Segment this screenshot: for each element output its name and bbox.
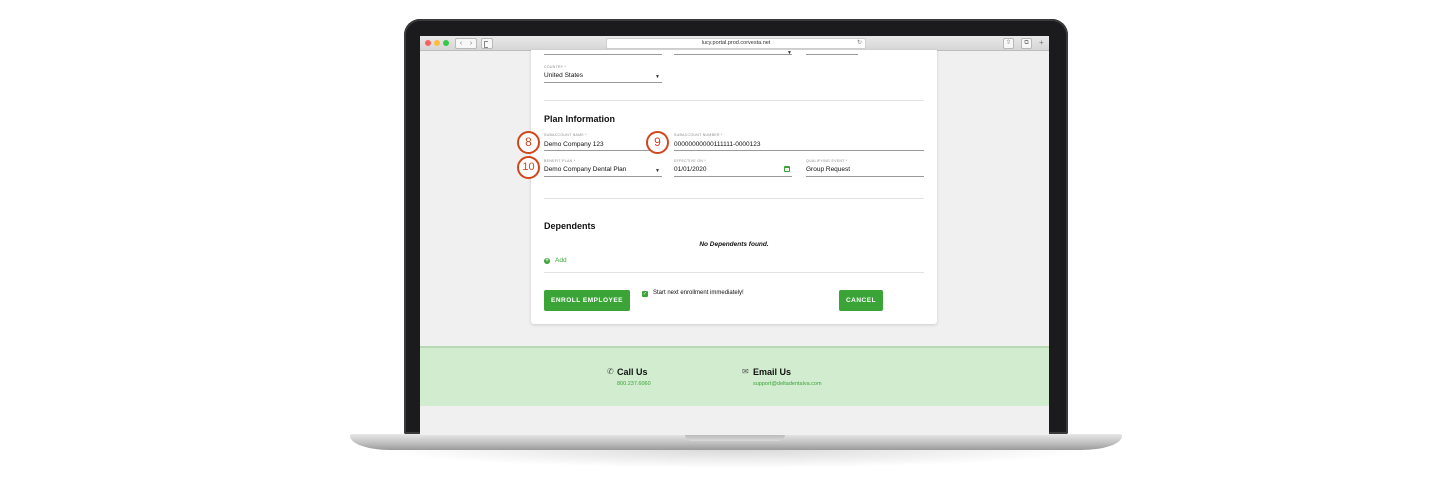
field-underline bbox=[544, 82, 662, 83]
chevron-down-icon: ▼ bbox=[655, 168, 660, 174]
nav-buttons: ‹ › bbox=[455, 38, 477, 49]
subaccount-name-input[interactable]: Demo Company 123 bbox=[544, 141, 604, 148]
chevron-down-icon: ▼ bbox=[655, 74, 660, 80]
subaccount-number-input[interactable]: 00000000000111111-0000123 bbox=[674, 141, 761, 148]
effective-on-label: Effective On * bbox=[674, 159, 707, 163]
back-icon[interactable]: ‹ bbox=[460, 39, 462, 48]
share-icon[interactable]: ⇧ bbox=[1003, 38, 1014, 49]
field-underline bbox=[544, 150, 662, 151]
email-icon: ✉ bbox=[742, 367, 749, 376]
footer-bottom-area bbox=[420, 406, 1049, 435]
page-footer: ✆ Call Us 800.237.6060 ✉ Email Us suppor… bbox=[420, 346, 1049, 408]
qualifying-event-label: Qualifying Event * bbox=[806, 159, 848, 163]
tabs-icon[interactable]: ⧉ bbox=[1021, 38, 1032, 49]
phone-number-link[interactable]: 800.237.6060 bbox=[617, 381, 651, 387]
browser-toolbar: ‹ › lucy.portal.prod.corvesta.net ↻ ⇧ ⧉ … bbox=[420, 36, 1049, 51]
field-underline bbox=[806, 176, 924, 177]
add-dependent-label: Add bbox=[555, 257, 567, 264]
plan-information-heading: Plan Information bbox=[544, 114, 616, 124]
section-divider bbox=[544, 198, 924, 199]
add-dependent-link[interactable]: + Add bbox=[544, 257, 567, 264]
address-bar[interactable]: lucy.portal.prod.corvesta.net ↻ bbox=[606, 38, 866, 49]
enroll-employee-button[interactable]: ENROLL EMPLOYEE bbox=[544, 290, 630, 311]
address-text: lucy.portal.prod.corvesta.net bbox=[701, 40, 771, 46]
email-address-link[interactable]: support@deltadentalva.com bbox=[753, 381, 822, 387]
subaccount-name-label: Subaccount Name * bbox=[544, 133, 587, 137]
call-us-heading: Call Us bbox=[617, 367, 648, 377]
reload-icon[interactable]: ↻ bbox=[857, 39, 862, 48]
no-dependents-text: No Dependents found. bbox=[699, 241, 769, 248]
field-underline bbox=[806, 54, 858, 55]
close-window-button[interactable] bbox=[425, 40, 431, 46]
field-underline bbox=[674, 150, 924, 151]
field-underline bbox=[674, 176, 792, 177]
annotation-marker-8: 8 bbox=[517, 131, 540, 154]
chevron-down-icon: ▼ bbox=[787, 50, 792, 56]
country-label: Country * bbox=[544, 65, 567, 69]
field-underline bbox=[544, 54, 662, 55]
benefit-plan-label: Benefit Plan * bbox=[544, 159, 576, 163]
calendar-icon[interactable] bbox=[784, 166, 790, 172]
qualifying-event-input[interactable]: Group Request bbox=[806, 166, 850, 173]
laptop-notch bbox=[685, 434, 785, 441]
field-underline bbox=[544, 176, 662, 177]
section-divider bbox=[544, 100, 924, 101]
subaccount-number-label: Subaccount Number * bbox=[674, 133, 723, 137]
annotation-marker-10: 10 bbox=[517, 156, 540, 179]
add-circle-icon: + bbox=[544, 257, 550, 264]
start-next-enrollment-label: Start next enrollment immediately! bbox=[653, 290, 744, 296]
new-tab-icon[interactable]: + bbox=[1039, 39, 1044, 47]
field-underline bbox=[674, 54, 792, 55]
start-next-enrollment-checkbox[interactable]: ✓ bbox=[642, 291, 648, 297]
enrollment-card: ▼ Country * United States ▼ Plan Informa… bbox=[531, 50, 937, 324]
country-select[interactable]: United States bbox=[544, 72, 583, 79]
effective-on-input[interactable]: 01/01/2020 bbox=[674, 166, 707, 173]
laptop-shadow bbox=[380, 450, 1092, 468]
sidebar-toggle-icon[interactable] bbox=[481, 38, 493, 49]
section-divider bbox=[544, 272, 924, 273]
annotation-marker-9: 9 bbox=[646, 131, 669, 154]
email-us-heading: Email Us bbox=[753, 367, 792, 377]
maximize-window-button[interactable] bbox=[443, 40, 449, 46]
dependents-heading: Dependents bbox=[544, 221, 596, 231]
laptop-screen: ‹ › lucy.portal.prod.corvesta.net ↻ ⇧ ⧉ … bbox=[420, 36, 1049, 435]
forward-icon[interactable]: › bbox=[470, 39, 472, 48]
minimize-window-button[interactable] bbox=[434, 40, 440, 46]
cancel-button[interactable]: CANCEL bbox=[839, 290, 883, 311]
benefit-plan-select[interactable]: Demo Company Dental Plan bbox=[544, 166, 626, 173]
phone-icon: ✆ bbox=[607, 367, 614, 376]
